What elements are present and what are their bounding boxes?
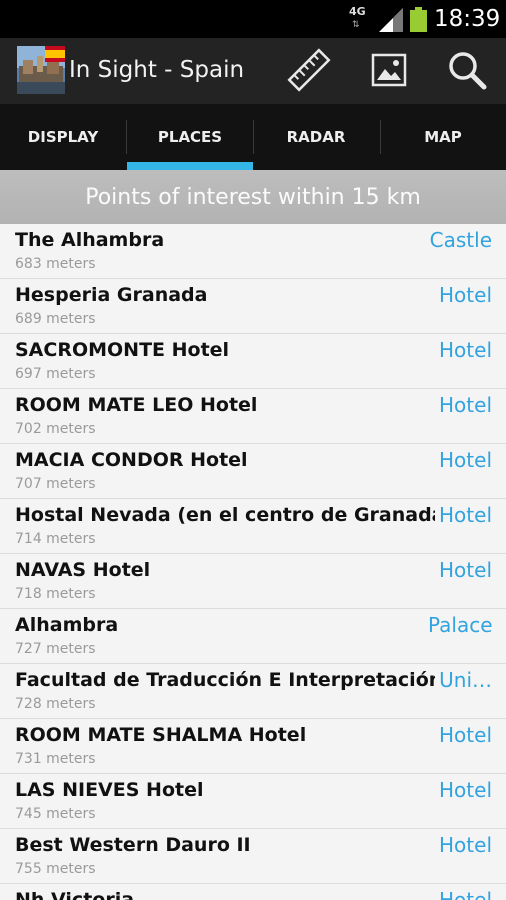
place-row[interactable]: Facultad de Traducción E Interpretación 7… (0, 664, 506, 719)
status-bar: 4G ⇅ 18:39 (0, 0, 506, 38)
battery-icon (410, 7, 427, 32)
place-name: Hesperia Granada (15, 284, 208, 306)
place-type: Hotel (439, 833, 492, 857)
place-name: Hostal Nevada (en el centro de Granada) (15, 504, 435, 526)
tab-display[interactable]: DISPLAY (0, 104, 126, 170)
place-name: Best Western Dauro II (15, 834, 251, 856)
ruler-icon[interactable] (286, 47, 332, 93)
place-name: LAS NIEVES Hotel (15, 779, 204, 801)
place-type: Uni… (439, 668, 492, 692)
place-name: ROOM MATE SHALMA Hotel (15, 724, 307, 746)
place-row[interactable]: MACIA CONDOR Hotel 707 meters Hotel (0, 444, 506, 499)
place-row[interactable]: ROOM MATE LEO Hotel 702 meters Hotel (0, 389, 506, 444)
clock: 18:39 (434, 6, 501, 32)
place-distance: 728 meters (15, 696, 96, 712)
place-type: Castle (429, 228, 492, 252)
place-name: SACROMONTE Hotel (15, 339, 230, 361)
tab-radar[interactable]: RADAR (253, 104, 379, 170)
place-type: Hotel (439, 283, 492, 307)
place-row[interactable]: The Alhambra 683 meters Castle (0, 224, 506, 279)
place-type: Hotel (439, 888, 492, 900)
image-icon[interactable] (366, 47, 412, 93)
place-type: Hotel (439, 778, 492, 802)
place-distance: 714 meters (15, 531, 96, 547)
place-type: Hotel (439, 723, 492, 747)
place-distance: 727 meters (15, 641, 96, 657)
place-name: Alhambra (15, 614, 119, 636)
place-name: MACIA CONDOR Hotel (15, 449, 248, 471)
app-logo-icon[interactable] (17, 46, 65, 94)
place-distance: 745 meters (15, 806, 96, 822)
place-type: Hotel (439, 448, 492, 472)
place-row[interactable]: Hesperia Granada 689 meters Hotel (0, 279, 506, 334)
place-type: Hotel (439, 338, 492, 362)
action-bar: In Sight - Spain (0, 38, 506, 104)
place-name: Facultad de Traducción E Interpretación (15, 669, 435, 691)
place-distance: 683 meters (15, 256, 96, 272)
place-distance: 697 meters (15, 366, 96, 382)
places-list[interactable]: The Alhambra 683 meters Castle Hesperia Gra… (0, 224, 506, 900)
place-distance: 731 meters (15, 751, 96, 767)
place-type: Palace (428, 613, 492, 637)
place-row[interactable]: SACROMONTE Hotel 697 meters Hotel (0, 334, 506, 389)
place-distance: 707 meters (15, 476, 96, 492)
place-row[interactable]: LAS NIEVES Hotel 745 meters Hotel (0, 774, 506, 829)
selected-tab-indicator (127, 162, 253, 170)
place-row[interactable]: Nh Victoria Hotel (0, 884, 506, 900)
place-row[interactable]: NAVAS Hotel 718 meters Hotel (0, 554, 506, 609)
section-header: Points of interest within 15 km (0, 170, 506, 224)
place-distance: 689 meters (15, 311, 96, 327)
place-name: Nh Victoria (15, 889, 135, 900)
place-type: Hotel (439, 503, 492, 527)
place-type: Hotel (439, 393, 492, 417)
place-name: ROOM MATE LEO Hotel (15, 394, 258, 416)
network-type: 4G (349, 5, 366, 18)
place-row[interactable]: Best Western Dauro II 755 meters Hotel (0, 829, 506, 884)
place-distance: 718 meters (15, 586, 96, 602)
tab-bar: DISPLAY PLACES RADAR MAP (0, 104, 506, 170)
place-row[interactable]: ROOM MATE SHALMA Hotel 731 meters Hotel (0, 719, 506, 774)
place-row[interactable]: Hostal Nevada (en el centro de Granada) 7… (0, 499, 506, 554)
search-icon[interactable] (444, 47, 490, 93)
place-name: NAVAS Hotel (15, 559, 151, 581)
place-name: The Alhambra (15, 229, 165, 251)
signal-icon (379, 8, 403, 32)
tab-places[interactable]: PLACES (127, 104, 253, 170)
network-activity-icon: ⇅ (352, 20, 360, 30)
place-distance: 702 meters (15, 421, 96, 437)
tab-map[interactable]: MAP (380, 104, 506, 170)
app-title: In Sight - Spain (69, 57, 245, 83)
place-type: Hotel (439, 558, 492, 582)
place-row[interactable]: Alhambra 727 meters Palace (0, 609, 506, 664)
place-distance: 755 meters (15, 861, 96, 877)
